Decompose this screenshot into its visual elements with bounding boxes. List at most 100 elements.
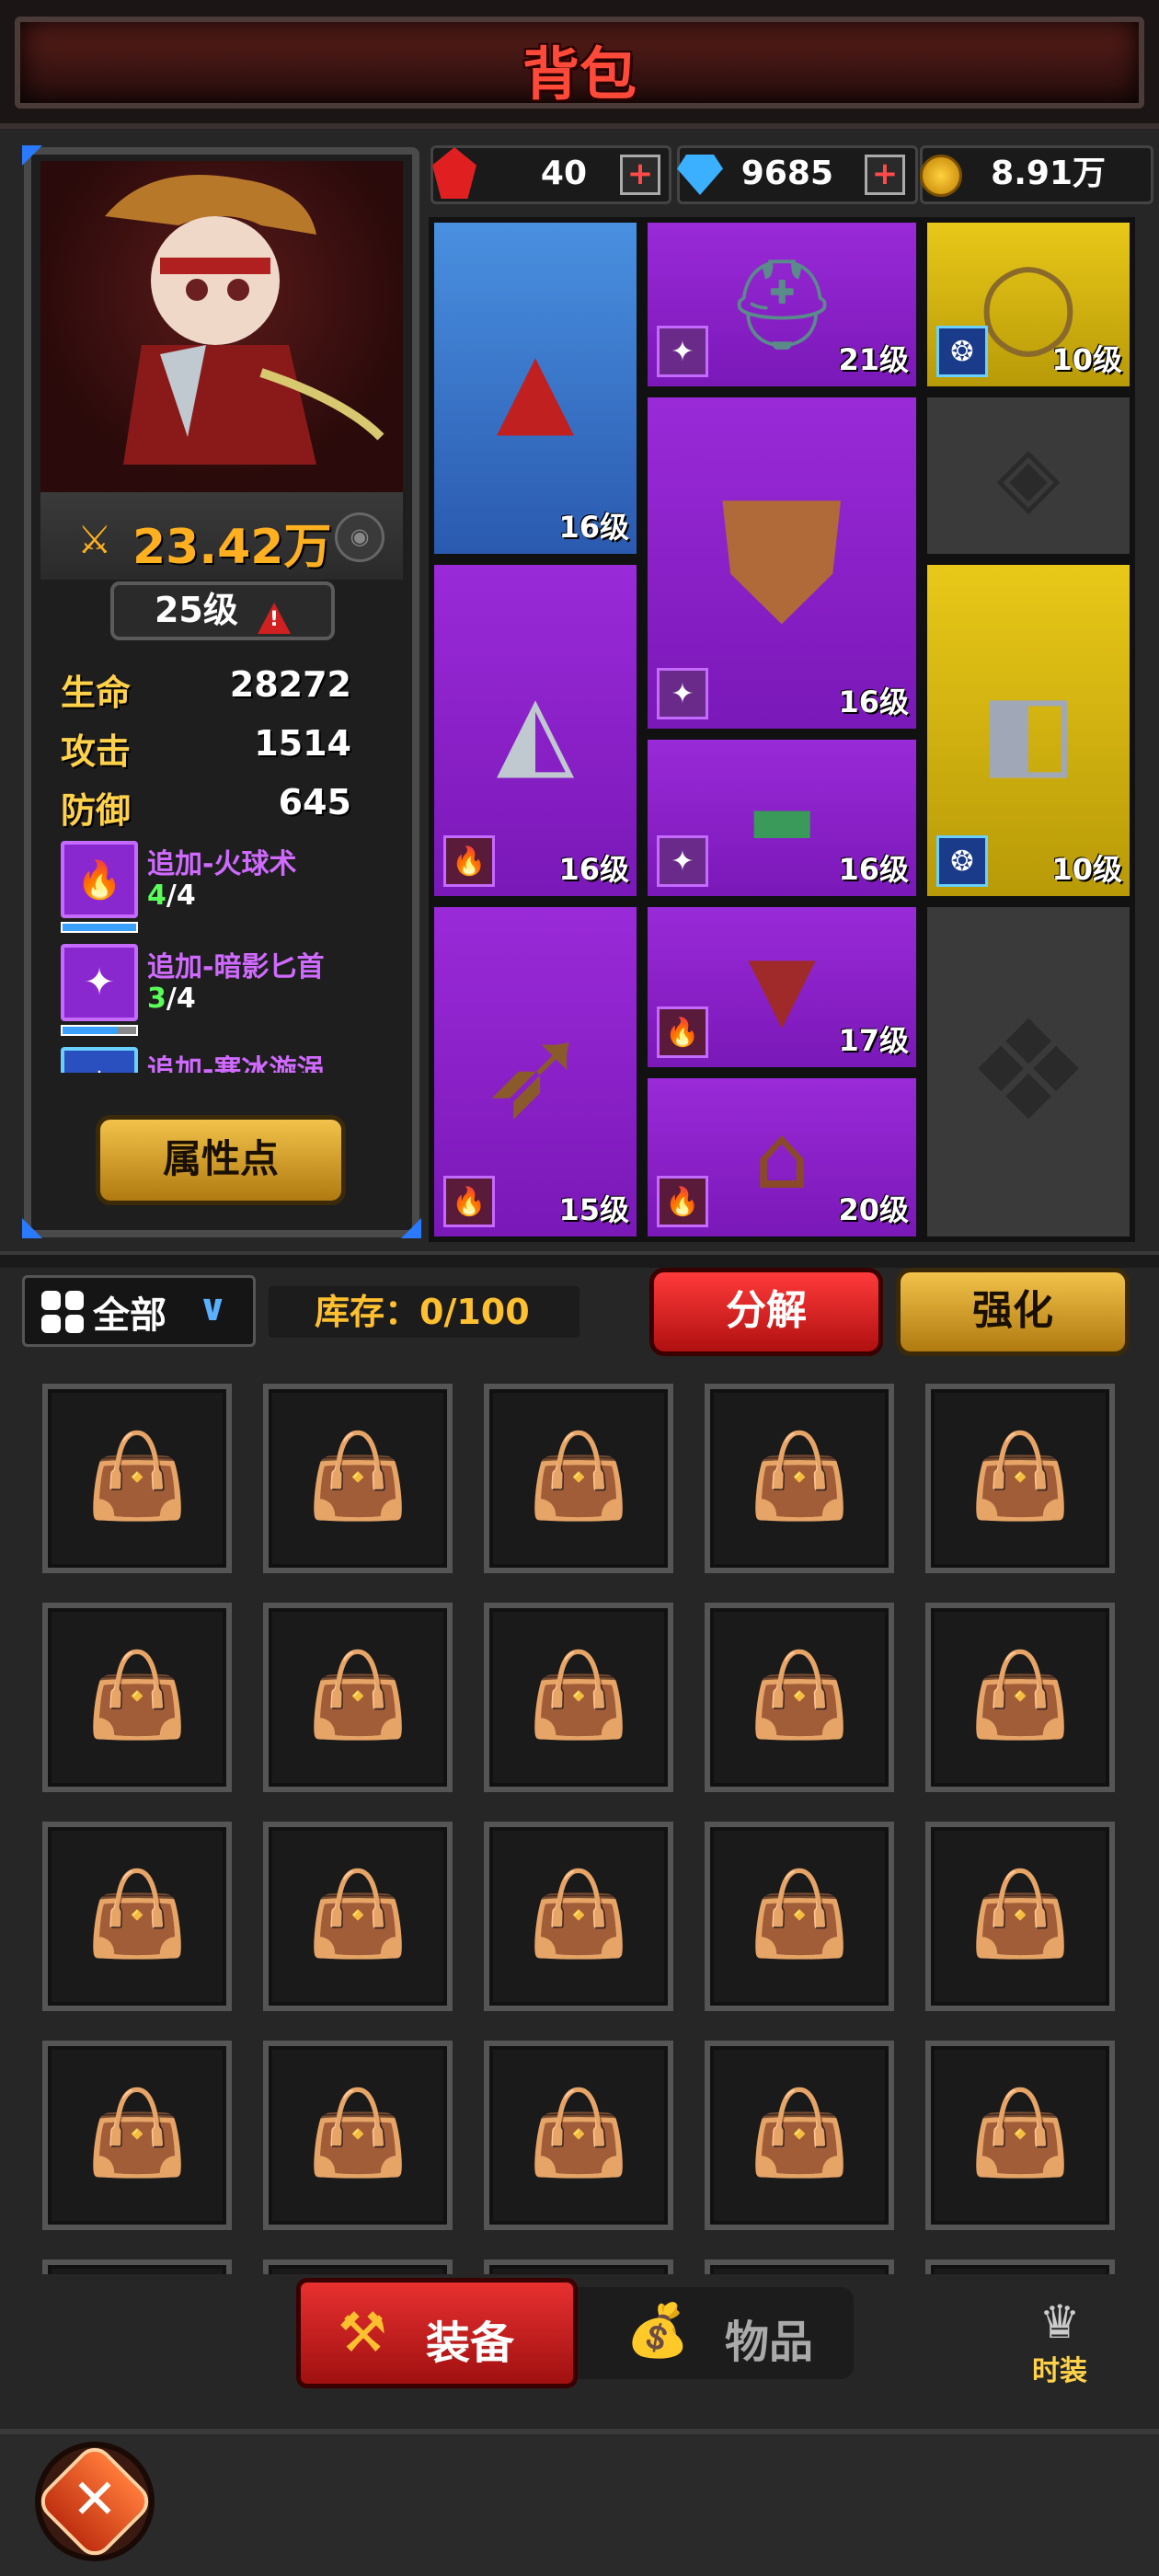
inventory-slot[interactable]: 👜 [925,1822,1115,2011]
inventory-slot[interactable]: 👜 [42,1384,232,1573]
inventory-slot[interactable]: 👜 [925,1603,1115,1792]
gold-value: 8.91万 [991,155,1106,192]
shadow-dagger-icon[interactable]: ✦ [61,944,138,1021]
bag-placeholder-icon: 👜 [305,2085,410,2181]
bag-placeholder-icon: 👜 [48,2265,226,2274]
ice-vortex-icon[interactable]: ❄ [61,1047,138,1073]
bag-placeholder-icon: 👜 [85,1647,189,1743]
enhance-button[interactable]: 强化 [896,1268,1130,1356]
inventory-slot[interactable]: 👜 [484,1822,673,2011]
skill-name-3: 追加-寒冰漩涡 [147,1054,325,1073]
inventory-slot[interactable]: 👜 [42,2041,232,2230]
inventory-slot[interactable]: 👜 [263,2041,453,2230]
empty-slot-emblem-icon: ❖ [966,992,1091,1152]
stat-label-atk: 攻击 [61,731,132,772]
inventory-slot[interactable]: 👜 [42,1822,232,2011]
costume-icon: ♛ [1039,2295,1081,2349]
skill-count-2: 3/4 [147,983,196,1015]
equip-slot-shoulder[interactable]: ◭ 🔥 16级 [429,559,642,902]
bag-placeholder-icon: 👜 [747,1428,852,1524]
stat-value-hp: 28272 [229,664,351,705]
equip-slot-weapon[interactable]: ➶ 🔥 15级 [429,902,642,1242]
fireball-badge-icon-4: 🔥 [657,1176,708,1227]
hammer-icon: ⚒ [338,2301,387,2365]
tab-equipment[interactable]: ⚒ 装备 [296,2278,578,2388]
inventory-slot[interactable]: 👜 [484,1384,673,1573]
skill-name-2: 追加-暗影匕首 [147,951,325,983]
shadow-dagger-badge-icon-3: ✦ [657,835,708,887]
bottom-bar [0,2429,1159,2576]
equip-slot-hat[interactable]: ▲ 16级 [429,217,642,559]
inventory-slot[interactable]: 👜 [925,2041,1115,2230]
inventory-slot[interactable]: 👜 [484,1603,673,1792]
inventory-slot[interactable]: 👜 [263,2260,453,2274]
costume-label: 时装 [1032,2355,1087,2387]
inventory-slot[interactable]: 👜 [705,2041,894,2230]
inventory-slot[interactable]: 👜 [263,1384,453,1573]
inventory-slot[interactable]: 👜 [705,2260,894,2274]
bag-placeholder-icon: 👜 [305,1647,410,1743]
skill-count-1: 4/4 [147,880,196,912]
bag-placeholder-icon: 👜 [968,1866,1073,1962]
ice-vortex-badge-icon-2: ❂ [936,835,988,887]
inventory-slot[interactable]: 👜 [484,2041,673,2230]
inventory-slot[interactable]: 👜 [484,2260,673,2274]
equip-slot-necklace[interactable]: ◯ ❂ 10级 [922,217,1135,392]
add-diamond-button[interactable]: + [865,155,905,195]
bag-placeholder-icon: 👜 [305,1428,410,1524]
equip-slot-bracer[interactable]: ◧ ❂ 10级 [922,559,1135,902]
fireball-badge-icon: 🔥 [443,835,495,887]
section-divider [0,1251,1159,1268]
equip-slot-empty[interactable]: ❖ [922,902,1135,1242]
skill-progress-2 [61,1025,138,1036]
shadow-dagger-badge-icon: ✦ [657,326,708,377]
chevron-down-icon: ∨ [198,1287,228,1329]
skill-progress-1 [61,922,138,933]
tab-equipment-label: 装备 [426,2317,515,2369]
ice-vortex-badge-icon: ❂ [936,326,988,377]
add-crystal-button[interactable]: + [620,155,660,195]
hero-level[interactable]: 25级 ! [110,581,335,640]
bag-placeholder-icon: 👜 [85,1866,189,1962]
costume-button[interactable]: ♛ 时装 [1016,2296,1104,2388]
skill-list[interactable]: 🔥 追加-火球术 4/4 ✦ 追加-暗影匕首 3/4 ❄ 追加-寒冰漩涡 [55,837,396,1073]
inventory-slot[interactable]: 👜 [42,2260,232,2274]
inventory-slot[interactable]: 👜 [705,1384,894,1573]
attribute-points-button[interactable]: 属性点 [96,1115,346,1205]
inventory-slot[interactable]: 👜 [263,1603,453,1792]
hero-avatar-icon [105,175,384,465]
equip-slot-helmet[interactable]: ⛑ ✦ 21级 [642,217,922,392]
level-text: 25级 [154,590,238,630]
bag-placeholder-icon: 👜 [747,1866,852,1962]
close-icon: ✕ [71,2467,119,2532]
inventory-slot[interactable]: 👜 [705,1822,894,2011]
inventory-slot[interactable]: 👜 [42,1603,232,1792]
inventory-slot[interactable]: 👜 [705,1603,894,1792]
swords-icon: ⚔ [77,517,112,562]
bag-placeholder-icon: 👜 [526,2085,631,2181]
grid-icon [41,1291,84,1333]
bag-placeholder-icon: 👜 [968,1647,1073,1743]
equip-slot-boots[interactable]: ⌂ 🔥 20级 [642,1073,922,1242]
equip-slot-cape[interactable]: ▼ 🔥 17级 [642,902,922,1073]
skill-name-1: 追加-火球术 [147,848,297,880]
page-title: 背包 [522,40,637,108]
inventory-slot[interactable]: 👜 [263,1822,453,2011]
equip-slot-armor[interactable]: ⛊ ✦ 16级 [642,392,922,734]
eye-icon[interactable]: ◉ [335,512,384,562]
fireball-icon[interactable]: 🔥 [61,841,138,918]
filter-label: 全部 [93,1294,166,1337]
equip-slot-ring[interactable]: ◈ [922,392,1135,559]
equip-slot-belt[interactable]: ▬ ✦ 16级 [642,734,922,902]
inventory-slot[interactable]: 👜 [925,2260,1115,2274]
inventory-slot[interactable]: 👜 [925,1384,1115,1573]
inventory-grid[interactable]: 👜 👜 👜 👜 👜 👜 👜 👜 👜 👜 👜 👜 👜 👜 👜 👜 👜 👜 👜 👜 … [42,1384,1120,2274]
hero-portrait[interactable] [40,161,403,492]
filter-dropdown[interactable]: 全部 ∨ [22,1275,256,1347]
tab-items[interactable]: 💰 物品 [578,2287,854,2379]
stat-value-def: 645 [278,782,351,822]
bag-placeholder-icon: 👜 [968,2085,1073,2181]
fireball-badge-icon-2: 🔥 [443,1176,495,1227]
bag-placeholder-icon: 👜 [931,2265,1109,2274]
decompose-button[interactable]: 分解 [649,1268,883,1356]
